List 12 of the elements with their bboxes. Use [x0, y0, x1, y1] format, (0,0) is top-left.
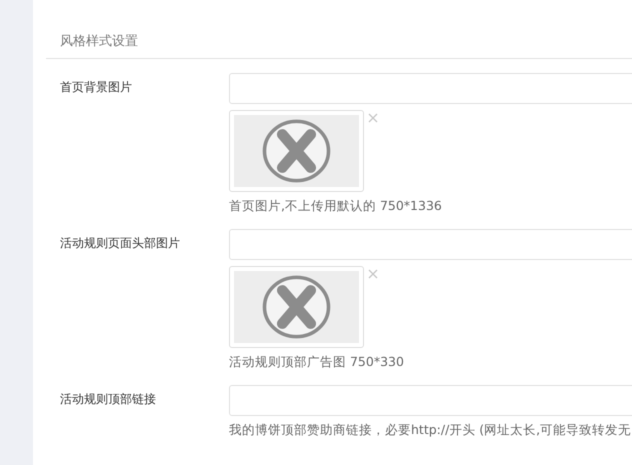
field-label: 活动规则页面头部图片 — [60, 235, 181, 252]
input-field[interactable] — [229, 73, 632, 104]
section-title: 风格样式设置 — [60, 34, 138, 49]
field-label: 活动规则顶部链接 — [60, 391, 157, 408]
field-label: 首页背景图片 — [60, 79, 133, 96]
help-text: 首页图片,不上传用默认的 750*1336 — [229, 198, 442, 215]
help-text: 活动规则顶部广告图 750*330 — [229, 354, 404, 371]
input-field[interactable] — [229, 385, 632, 416]
help-text: 我的博饼顶部赞助商链接，必要http://开头 (网址太长,可能导致转发无 — [229, 422, 632, 439]
close-icon[interactable] — [368, 269, 378, 279]
input-field[interactable] — [229, 229, 632, 260]
close-icon[interactable] — [368, 113, 378, 123]
